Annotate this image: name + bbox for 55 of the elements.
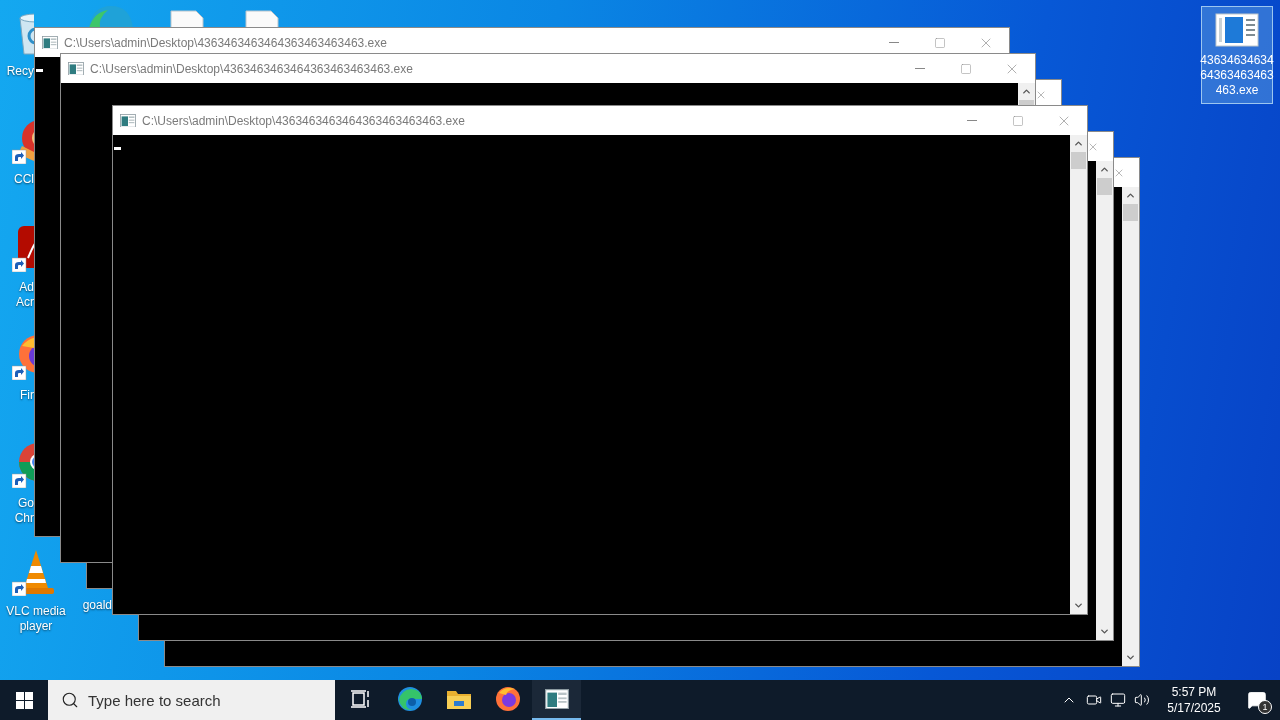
notification-badge: 1 bbox=[1258, 700, 1272, 714]
window-title: C:\Users\admin\Desktop\4363463463464363463463463.exe bbox=[90, 60, 413, 78]
icon-label: Chr bbox=[14, 511, 34, 526]
maximize-icon bbox=[1012, 114, 1024, 127]
desktop-icon[interactable]: 43634634634 64363463463 463.exe bbox=[1201, 6, 1273, 104]
clock[interactable]: 5:57 PM 5/17/2025 bbox=[1154, 684, 1234, 716]
folder-icon bbox=[445, 688, 472, 710]
search-field[interactable]: Type here to search bbox=[48, 680, 335, 720]
maximize-icon bbox=[934, 36, 946, 49]
icon-label: 463.exe bbox=[1215, 83, 1259, 98]
application-icon bbox=[1215, 13, 1259, 47]
minimize-icon bbox=[889, 42, 899, 43]
scroll-thumb[interactable] bbox=[1123, 204, 1138, 221]
maximize-icon bbox=[960, 62, 972, 75]
window-title: C:\Users\admin\Desktop\4363463463464363463463463.exe bbox=[142, 112, 465, 130]
camera-icon[interactable] bbox=[1086, 692, 1102, 708]
icon-label: Acr bbox=[16, 295, 34, 310]
volume-icon[interactable] bbox=[1134, 692, 1150, 708]
windows-logo-icon bbox=[15, 691, 33, 709]
scroll-up-icon[interactable] bbox=[1021, 86, 1032, 97]
icon-label: Go bbox=[18, 496, 34, 511]
window-title: C:\Users\admin\Desktop\4363463463464363463463463.exe bbox=[64, 34, 387, 52]
icon-label: 64363463463 bbox=[1200, 68, 1274, 83]
taskbar-app-button[interactable] bbox=[532, 680, 581, 720]
firefox-icon bbox=[494, 686, 521, 712]
console-app-icon bbox=[120, 113, 136, 128]
icon-label: goald bbox=[82, 598, 112, 613]
minimize-icon bbox=[915, 68, 925, 69]
minimize-icon bbox=[967, 120, 977, 121]
text-cursor bbox=[36, 69, 43, 72]
scroll-up-icon[interactable] bbox=[1073, 138, 1084, 149]
scroll-thumb[interactable] bbox=[1071, 152, 1086, 169]
icon-label: VLC media bbox=[6, 604, 66, 619]
scroll-down-icon[interactable] bbox=[1125, 652, 1136, 663]
icon-label: CCl bbox=[14, 172, 34, 187]
scroll-up-icon[interactable] bbox=[1125, 190, 1136, 201]
scroll-thumb[interactable] bbox=[1019, 100, 1034, 105]
search-icon bbox=[61, 691, 79, 709]
network-icon[interactable] bbox=[1110, 692, 1126, 708]
console-app-icon bbox=[68, 61, 84, 76]
icon-label: 43634634634 bbox=[1200, 53, 1274, 68]
task-view-icon bbox=[349, 689, 372, 709]
notification-icon[interactable] bbox=[1247, 690, 1267, 710]
icon-label: Recy bbox=[6, 64, 34, 79]
edge-icon bbox=[396, 686, 423, 712]
console-app-icon bbox=[42, 35, 58, 50]
icon-label: player bbox=[19, 619, 53, 634]
icon-label: Ad bbox=[19, 280, 34, 295]
console-app-icon bbox=[544, 688, 569, 710]
scroll-thumb[interactable] bbox=[1097, 178, 1112, 195]
text-cursor bbox=[114, 147, 121, 150]
scroll-down-icon[interactable] bbox=[1099, 626, 1110, 637]
icon-label: Fir bbox=[20, 388, 34, 403]
scroll-up-icon[interactable] bbox=[1099, 164, 1110, 175]
scroll-down-icon[interactable] bbox=[1073, 600, 1084, 611]
